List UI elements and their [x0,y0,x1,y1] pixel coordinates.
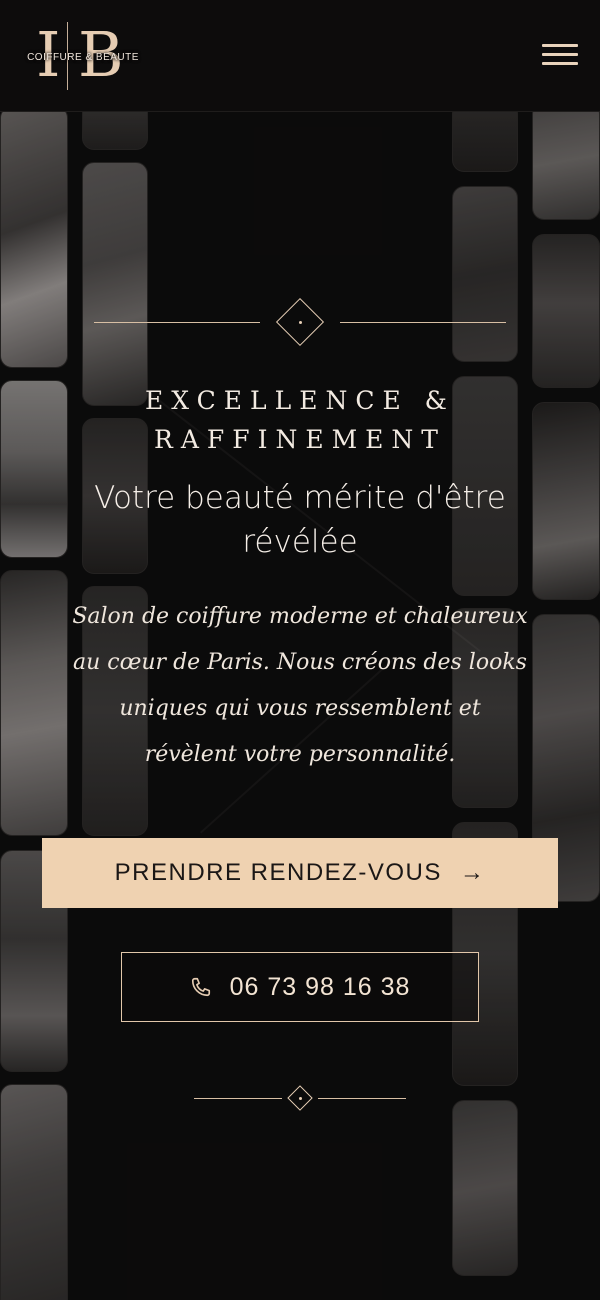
logo-tagline: COIFFURE & BEAUTE [27,52,139,63]
book-appointment-label: PRENDRE RENDEZ-VOUS [114,859,442,886]
phone-number: 06 73 98 16 38 [229,972,411,1001]
phone-call-button[interactable]: 06 73 98 16 38 [121,952,479,1022]
hero-title: Votre beauté mérite d'être révélée [94,480,506,560]
brand-logo[interactable]: I B COIFFURE & BEAUTE [22,20,142,92]
ornament-line-left [194,1098,282,1099]
hero-eyebrow-line1: EXCELLENCE & [145,386,455,415]
menu-bar [542,53,578,56]
hero-description: Salon de coiffure moderne et chaleureux … [72,604,528,767]
ornament-line-left [94,322,260,323]
menu-bar [542,44,578,47]
arrow-right-icon: → [459,859,486,886]
menu-bar [542,62,578,65]
book-appointment-button[interactable]: PRENDRE RENDEZ-VOUS → [42,838,558,908]
phone-icon [191,977,210,997]
ornament-dot [298,320,302,324]
ornament-line-right [318,1098,406,1099]
ornament-dot [298,1096,302,1100]
hero-section: EXCELLENCE & RAFFINEMENT Votre beauté mé… [0,112,600,1300]
site-header: I B COIFFURE & BEAUTE [0,0,600,112]
hamburger-menu-icon[interactable] [542,44,578,68]
hero-eyebrow-line2: RAFFINEMENT [154,425,446,454]
ornament-line-right [340,322,506,323]
